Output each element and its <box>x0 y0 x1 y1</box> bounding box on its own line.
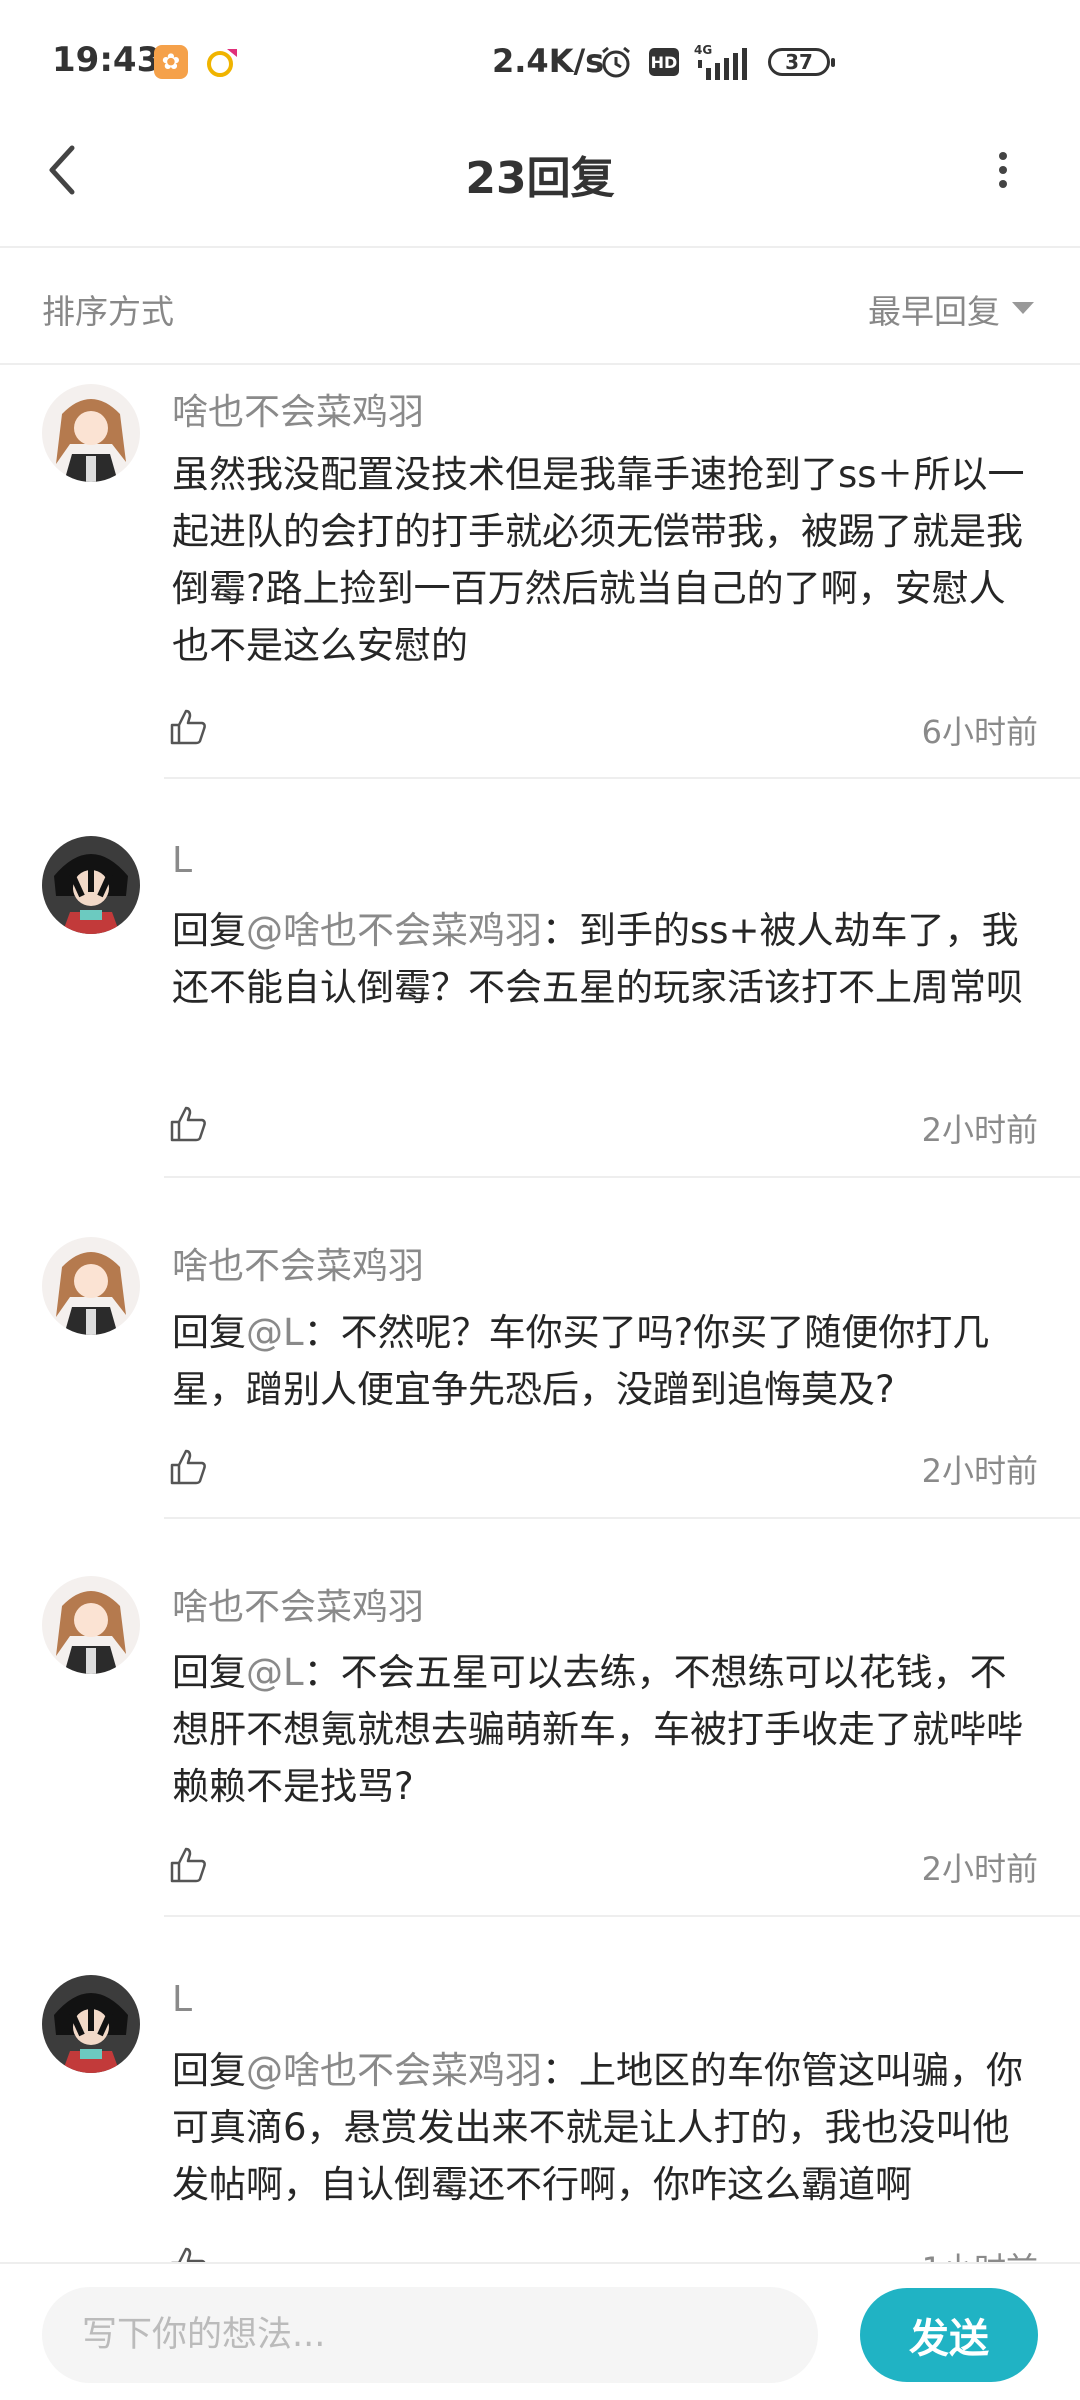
comment-text: 虽然我没配置没技术但是我靠手速抢到了ss＋所以一起进队的会打的打手就必须无偿带我… <box>172 446 1042 674</box>
caret-down-icon[interactable] <box>1012 302 1034 314</box>
alarm-icon <box>602 46 630 78</box>
browser-notification-icon <box>207 49 237 77</box>
comment-author[interactable]: L <box>172 1979 192 2020</box>
mention-link[interactable]: @L <box>246 1651 304 1694</box>
comment-input[interactable] <box>42 2287 818 2383</box>
svg-text:4G: 4G <box>694 43 712 57</box>
page-title: 23回复 <box>465 153 615 204</box>
signal-icon: 4G <box>694 43 747 80</box>
comment-time: 2小时前 <box>921 1452 1038 1490</box>
divider <box>164 1176 1080 1178</box>
comment-time: 2小时前 <box>921 1111 1038 1149</box>
status-bar: 19:43 ✿ 2.4K/s HD 4G 37 <box>0 0 1080 125</box>
comment-content: 虽然我没配置没技术但是我靠手速抢到了ss＋所以一起进队的会打的打手就必须无偿带我… <box>172 453 1025 667</box>
status-time: 19:43 <box>52 40 161 80</box>
reply-prefix: 回复 <box>172 2049 246 2092</box>
divider <box>164 1915 1080 1917</box>
reply-prefix: 回复 <box>172 1311 246 1354</box>
avatar[interactable] <box>42 1576 140 1674</box>
comment-text: 回复@啥也不会菜鸡羽：上地区的车你管这叫骗，你可真滴6，悬赏发出来不就是让人打的… <box>172 2042 1042 2213</box>
comment-author[interactable]: 啥也不会菜鸡羽 <box>172 383 424 435</box>
comment-text: 回复@L：不会五星可以去练，不想练可以花钱，不想肝不想氪就想去骗萌新车，车被打手… <box>172 1644 1042 1815</box>
reply-prefix: 回复 <box>172 909 246 952</box>
divider <box>164 1517 1080 1519</box>
avatar[interactable] <box>42 836 140 934</box>
comment-text: 回复@啥也不会菜鸡羽：到手的ss+被人劫车了，我还不能自认倒霉？不会五星的玩家活… <box>172 902 1042 1016</box>
thumbs-up-icon[interactable] <box>168 1104 208 1144</box>
comment-time: 2小时前 <box>921 1850 1038 1888</box>
comment-time: 6小时前 <box>921 713 1038 751</box>
comment-author[interactable]: L <box>172 840 192 881</box>
avatar[interactable] <box>42 384 140 482</box>
app-notification-icon: ✿ <box>154 45 188 79</box>
thumbs-up-icon[interactable] <box>168 1447 208 1487</box>
battery-icon: 37 <box>768 48 835 76</box>
divider <box>164 777 1080 779</box>
reply-prefix: 回复 <box>172 1651 246 1694</box>
mention-link[interactable]: @啥也不会菜鸡羽 <box>246 2049 542 2092</box>
sort-label: 排序方式 <box>42 292 174 331</box>
comment-author[interactable]: 啥也不会菜鸡羽 <box>172 1237 424 1289</box>
hd-icon: HD <box>649 48 679 76</box>
mention-link[interactable]: @啥也不会菜鸡羽 <box>246 909 542 952</box>
comment-author[interactable]: 啥也不会菜鸡羽 <box>172 1578 424 1630</box>
mention-link[interactable]: @L <box>246 1311 304 1354</box>
avatar[interactable] <box>42 1975 140 2073</box>
avatar[interactable] <box>42 1237 140 1335</box>
comment-text: 回复@L：不然呢？车你买了吗?你买了随便你打几星，蹭别人便宜争先恐后，没蹭到追悔… <box>172 1304 1042 1418</box>
more-options-icon[interactable] <box>993 150 1013 190</box>
send-button[interactable]: 发送 <box>860 2288 1038 2382</box>
thumbs-up-icon[interactable] <box>168 1845 208 1885</box>
thumbs-up-icon[interactable] <box>168 707 208 747</box>
network-speed: 2.4K/s <box>492 42 605 80</box>
sort-dropdown[interactable]: 最早回复 <box>868 285 1000 333</box>
